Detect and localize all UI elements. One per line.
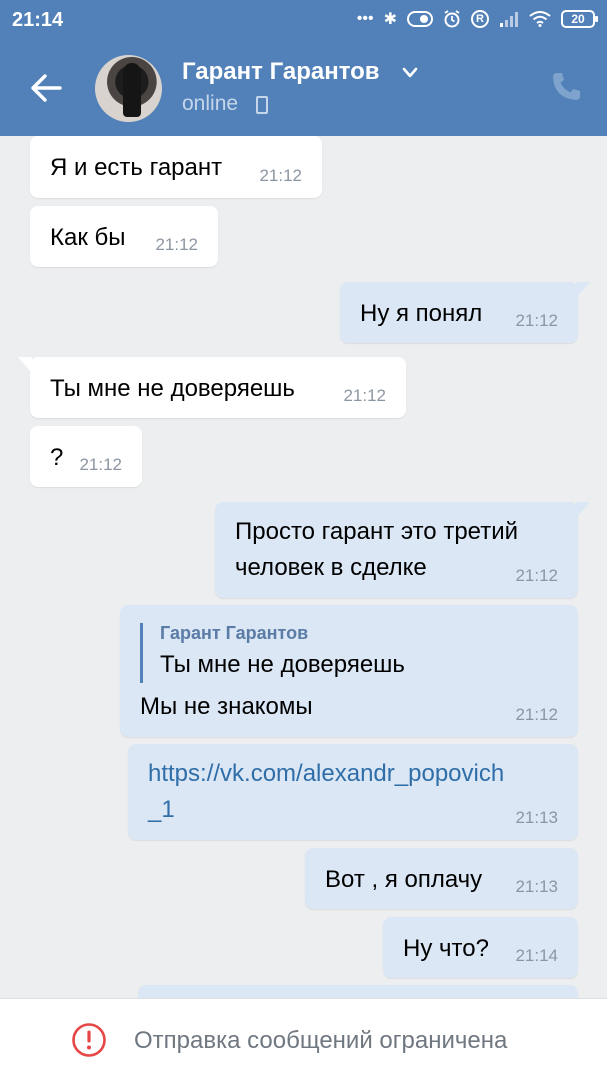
message-text: Мы не знакомы	[140, 693, 313, 720]
more-dots-icon: •••	[356, 10, 374, 27]
contact-status: online	[182, 92, 239, 115]
message-bubble-outgoing[interactable]: Просто гарант это третий человек в сделк…	[215, 502, 590, 598]
message-time: 21:13	[515, 877, 558, 896]
wifi-icon	[529, 11, 551, 27]
restriction-message: Отправка сообщений ограничена	[134, 1027, 508, 1054]
message-time: 21:12	[515, 311, 558, 330]
toggle-icon	[407, 11, 433, 27]
message-bubble-incoming[interactable]: Ты мне не доверяешь 21:12	[18, 357, 406, 418]
message-bubble-outgoing[interactable]: https://vk.com/alexandr_popovich _1 21:1…	[128, 744, 578, 840]
alarm-icon	[444, 10, 460, 28]
message-time: 21:12	[515, 566, 558, 585]
avatar[interactable]	[95, 55, 162, 122]
message-text: Ну что?	[403, 935, 489, 962]
message-bubble-outgoing[interactable]: Гарант Гарантов Ты мне не доверяешь Мы н…	[120, 605, 578, 737]
battery-icon: 20	[561, 10, 598, 28]
message-time: 21:12	[515, 705, 558, 724]
message-text: ?	[50, 444, 64, 471]
message-link-continued[interactable]: _1	[148, 796, 175, 824]
message-time: 21:12	[155, 235, 198, 254]
message-text-line: человек в сделке	[235, 554, 427, 581]
registered-icon: R	[471, 10, 489, 28]
message-text: Ну я понял	[360, 300, 483, 327]
message-bubble-incoming[interactable]: Как бы 21:12	[30, 206, 218, 267]
message-bubble-outgoing[interactable]: Ну что? 21:14	[383, 917, 578, 978]
message-bubble-incoming[interactable]: Я и есть гарант 21:12	[30, 136, 322, 198]
message-text-line: Просто гарант это третий	[235, 518, 519, 545]
contact-name[interactable]: Гарант Гарантов	[182, 58, 380, 86]
bluetooth-icon: ✱	[383, 11, 397, 28]
status-bar: 21:14 ••• ✱ R 20	[0, 0, 607, 40]
message-text: Ты мне не доверяешь	[50, 375, 295, 402]
message-time: 21:12	[343, 386, 386, 405]
message-time: 21:13	[515, 808, 558, 827]
message-bubble-outgoing[interactable]: Ну я понял 21:12	[340, 282, 590, 343]
chat-header: Гарант Гарантов online	[0, 40, 607, 136]
signal-icon	[500, 12, 518, 27]
chevron-down-icon[interactable]	[402, 66, 418, 80]
status-icons: ••• ✱ R 20	[356, 9, 598, 29]
warning-icon	[72, 1023, 106, 1057]
message-link[interactable]: https://vk.com/alexandr_popovich	[148, 760, 504, 788]
message-text: Вот , я оплачу	[325, 866, 483, 893]
message-bubble-outgoing[interactable]: Вот , я оплачу 21:13	[305, 848, 578, 909]
message-text: Я и есть гарант	[50, 154, 223, 181]
message-text: Как бы	[50, 224, 126, 251]
back-arrow-icon[interactable]	[26, 68, 66, 108]
quote-bar	[140, 623, 143, 683]
message-time: 21:12	[79, 455, 122, 474]
message-time: 21:14	[515, 946, 558, 965]
quote-text[interactable]: Ты мне не доверяешь	[160, 651, 405, 679]
mobile-online-icon	[256, 96, 268, 114]
message-time: 21:12	[259, 166, 302, 185]
message-bubble-incoming[interactable]: ? 21:12	[30, 426, 142, 487]
phone-call-icon[interactable]	[549, 70, 583, 104]
status-time: 21:14	[12, 9, 64, 31]
quote-author[interactable]: Гарант Гарантов	[160, 623, 308, 644]
send-restriction-bar: Отправка сообщений ограничена	[0, 998, 607, 1080]
